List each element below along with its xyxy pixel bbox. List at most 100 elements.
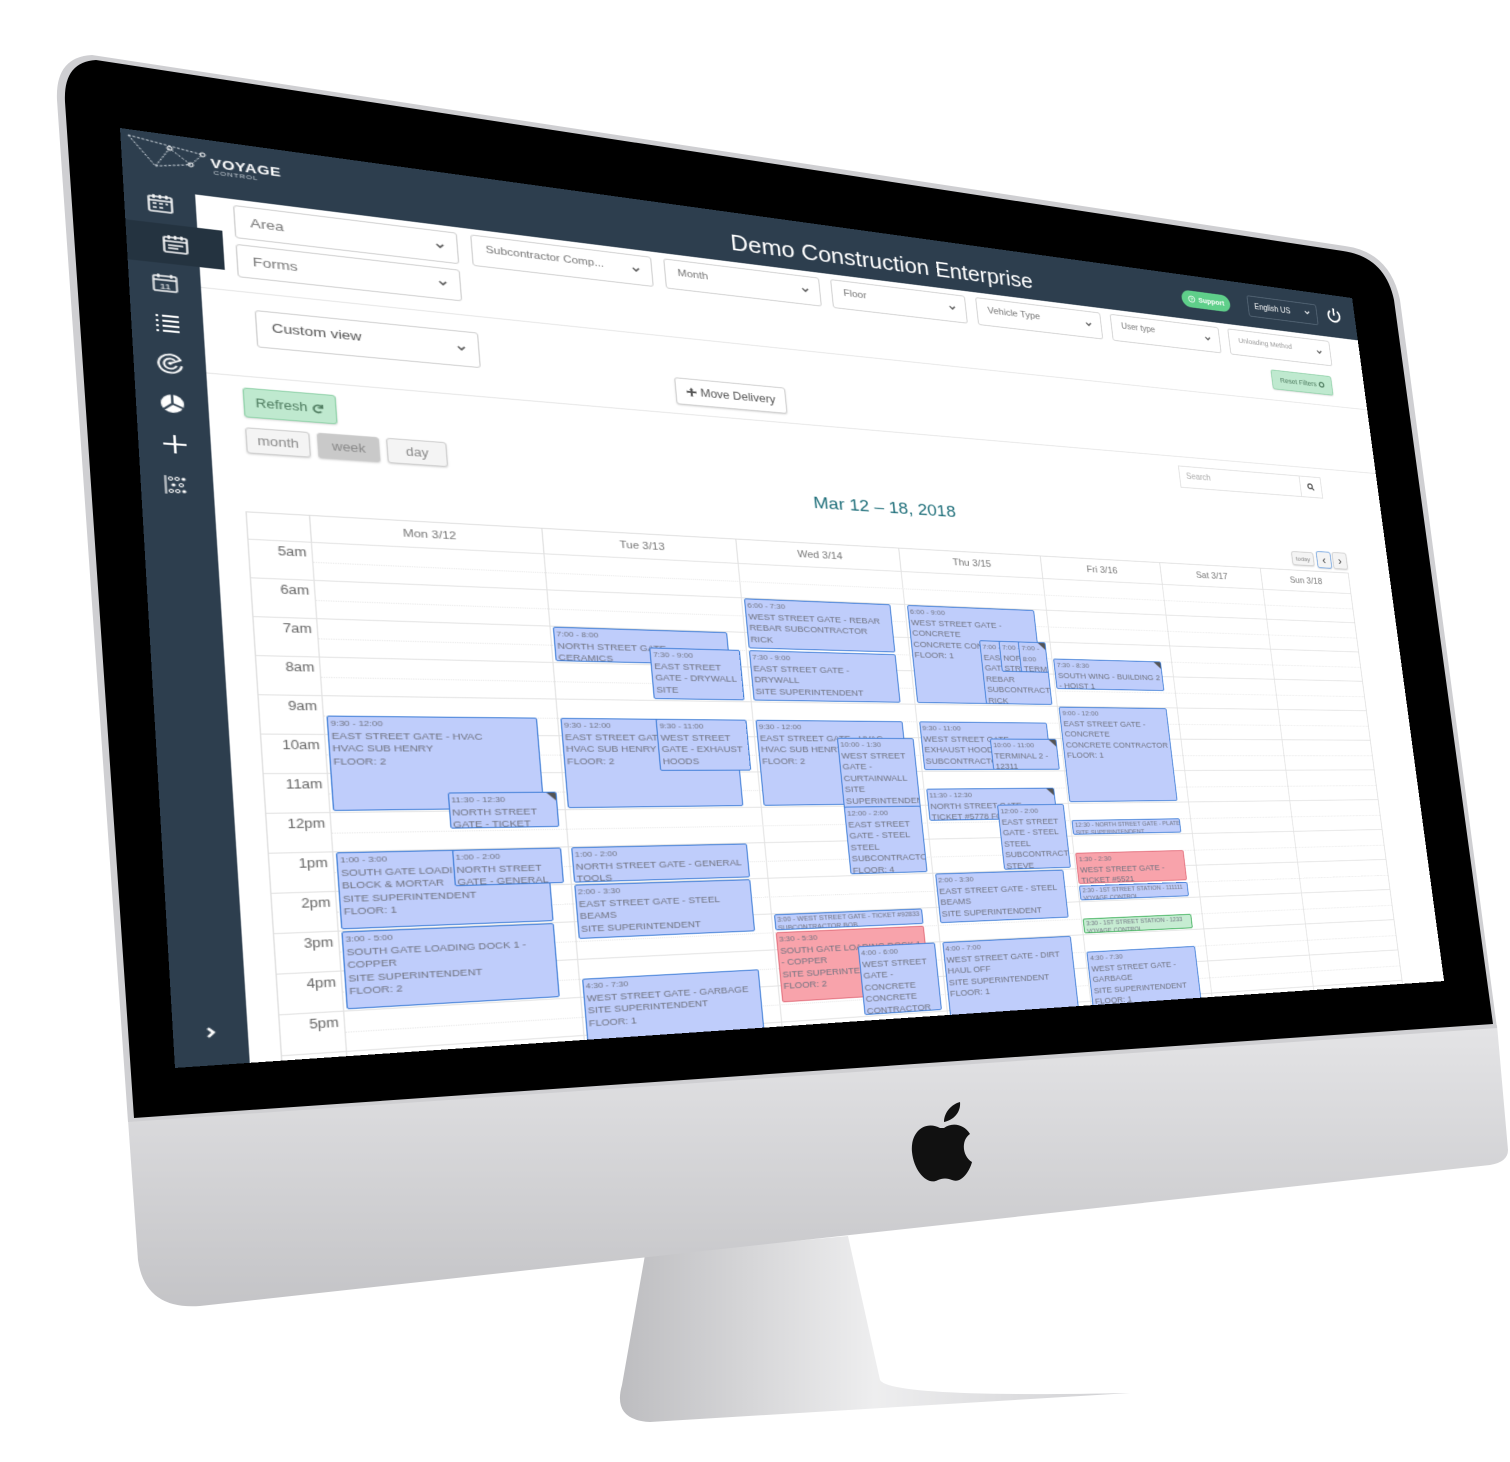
divider [206, 372, 1376, 474]
move-delivery-label: Move Delivery [699, 386, 776, 406]
chevron-down-icon [1084, 320, 1093, 329]
corner-flag-icon [1153, 662, 1161, 669]
search-input[interactable]: Search [1177, 465, 1324, 499]
sidebar-item-plus[interactable] [137, 421, 212, 467]
event-line: STEEL SUBCONTRACTOR STEVE [1003, 838, 1072, 870]
calendar-event[interactable]: 12:00 - 2:00 EAST STREET GATE - STEEL STEE… [996, 803, 1072, 870]
event-line: TERMINAL 2 - 1234 [1023, 664, 1049, 673]
event-line: STEEL SUBCONTRACTOR [850, 842, 928, 865]
sidebar-item-grid-dots[interactable] [140, 462, 215, 507]
calendar-event[interactable]: 1:00 - 2:00 NORTH STREET GATE - GENERAL [451, 847, 565, 887]
event-line: CONCRETE CONTRACTOR [1065, 740, 1169, 750]
event-time: 9:30 - 11:00 [921, 724, 962, 733]
reset-filters-button[interactable]: Reset Filters [1270, 369, 1334, 396]
chevron-right-icon: › [1337, 554, 1343, 568]
calendar-day-icon: 11 [151, 272, 179, 293]
event-line: NORTH STREET GATE - PLATE, 750 SQ FT [1094, 820, 1182, 829]
view-week-button[interactable]: week [316, 432, 381, 463]
stand [619, 1236, 1130, 1422]
language-value: English US [1253, 302, 1291, 316]
event-line: FLOOR: 4 [852, 864, 895, 875]
support-button[interactable]: ? Support [1180, 289, 1232, 313]
svg-text:?: ? [1190, 298, 1193, 303]
chevron-down-icon [1315, 348, 1323, 356]
refresh-button[interactable]: Refresh [242, 387, 338, 425]
calendar-event[interactable]: 2:00 - 3:30 EAST STREET GATE - STEEL BEAM… [574, 879, 756, 939]
calendar-event[interactable]: 12:00 - 2:00 EAST STREET GATE - STEEL STEE… [843, 805, 928, 875]
sidebar-expand-button[interactable] [172, 1009, 249, 1057]
calendar-event[interactable]: 12:30 - NORTH STREET GATE - PLATE, 750 S… [1071, 818, 1182, 835]
sidebar-item-list[interactable] [130, 299, 205, 346]
pie-chart-icon [156, 390, 189, 417]
calendar-event[interactable]: 6:00 - 7:30 WEST STREET GATE - REBAR REBAR… [743, 598, 896, 653]
event-line: NORTH STREET GATE - TICKET [451, 806, 538, 829]
hour-label: 7am [282, 621, 313, 637]
event-line: FLOOR: 1 [1066, 750, 1105, 761]
calendar-event[interactable]: 9:00 - 12:00 EAST STREET GATE - CONCRETE C… [1058, 706, 1178, 803]
svg-text:11: 11 [160, 281, 171, 291]
event-time: 10:00 - 11:00 [992, 741, 1035, 750]
prev-week-button[interactable]: ‹ [1315, 551, 1333, 569]
search-placeholder: Search [1185, 472, 1212, 483]
month-filter-value: Month [677, 267, 709, 283]
event-line: WEST STREET GATE - TICKET #5521 [1079, 862, 1166, 884]
radar-icon [154, 350, 186, 377]
event-line: EAST STREET GATE - STEEL [847, 818, 911, 842]
calendar-event[interactable]: 2:30 - 1ST STREET STATION - 111111 VOYAGE… [1079, 881, 1189, 901]
event-time: 11:30 - 12:30 [450, 795, 506, 805]
language-select[interactable]: English US [1246, 295, 1319, 326]
view-month-button[interactable]: month [244, 427, 312, 458]
calendar-event[interactable]: 1:00 - 2:00 NORTH STREET GATE - GENERAL T… [570, 843, 751, 883]
chevron-down-icon [437, 278, 449, 289]
event-line: SITE SUPERINTENDENT [1075, 829, 1145, 835]
calendar-icon [144, 190, 176, 217]
calendar-event[interactable]: 7:30 - 9:00 EAST STREET GATE - DRYWALL SIT… [748, 650, 901, 703]
hour-label: 6am [279, 582, 310, 598]
calendar-event[interactable]: 1:30 - 2:30 WEST STREET GATE - TICKET #55… [1075, 850, 1188, 884]
search-button[interactable] [1298, 476, 1323, 498]
calendar-event[interactable]: 3:00 - 5:00 SOUTH GATE LOADING DOCK 1 - C… [341, 923, 560, 1010]
calendar-event[interactable]: 3:30 - 1ST STREET STATION - 1233 VOYAGE C… [1083, 913, 1193, 934]
calendar-event[interactable]: 11:30 - 12:30 NORTH STREET GATE - TICKET [447, 791, 560, 829]
event-time: 2:30 - [1082, 887, 1099, 895]
chevron-down-icon [1204, 335, 1213, 344]
sidebar-item-pie-chart[interactable] [135, 380, 210, 426]
move-delivery-button[interactable]: Move Delivery [674, 377, 788, 414]
chevron-down-icon [434, 241, 446, 252]
next-week-button[interactable]: › [1331, 552, 1349, 570]
event-line: SITE [655, 684, 679, 696]
today-button[interactable]: today [1290, 551, 1315, 567]
event-line: NORTH STREET GATE - GENERAL TOOLS [575, 857, 742, 883]
event-line: EAST STREET GATE - HVAC [331, 730, 483, 743]
sidebar-item-radar[interactable] [132, 340, 207, 387]
corner-flag-icon [1037, 642, 1046, 650]
event-line: WEST STREET GATE - EXHAUST HOODS [660, 732, 744, 767]
power-icon[interactable] [1324, 306, 1343, 326]
hour-label: 9am [287, 698, 318, 714]
today-label: today [1295, 554, 1311, 563]
calendar-event[interactable]: 7:00 - 8:00TERMINAL 2 - 1234 [1018, 641, 1049, 673]
hour-label: 11am [285, 777, 323, 792]
calendar-event[interactable]: 2:00 - 3:30 EAST STREET GATE - STEEL BEAM… [934, 869, 1069, 924]
calendar-event[interactable]: 9:30 - 11:00 WEST STREET GATE - EXHAUST H… [655, 718, 752, 771]
custom-view-select[interactable]: Custom view [254, 310, 481, 369]
calendar-week-icon [159, 231, 191, 258]
event-time: 10:00 - 1:30 [839, 740, 882, 749]
calendar-event[interactable]: 10:00 - 11:00TERMINAL 2 - 12311 FORKLIFT [989, 738, 1060, 770]
calendar-event[interactable]: 4:00 - 6:00 WEST STREET GATE - CONCRETE CO… [857, 942, 942, 1016]
view-day-button[interactable]: day [385, 437, 449, 468]
list-icon [151, 310, 183, 337]
week-calendar: 5am 6am 7am 8am 9am 10am 11am 12pm 1pm 2pm 3pm 4pm 5… [245, 511, 1411, 1068]
calendar-event[interactable]: 7:30 - 9:00 EAST STREET GATE - DRYWALL SIT… [649, 647, 746, 701]
vehicle-type-filter-value: Vehicle Type [987, 305, 1041, 322]
event-line: EAST STREET GATE - DRYWALL [752, 663, 850, 686]
event-line: REBAR SUBCONTRACTOR RICK [985, 674, 1053, 705]
event-time: 3:30 - [1085, 920, 1102, 928]
event-line: FLOOR: 2 [332, 755, 387, 768]
move-icon [686, 387, 698, 398]
event-line: SOUTH WING - BUILDING 2 - HOIST 1 [1057, 670, 1161, 691]
user-type-filter-value: User type [1120, 322, 1156, 335]
corner-flag-icon [1046, 788, 1054, 796]
grid-dots-icon [161, 472, 187, 498]
calendar-event[interactable]: 7:30 - 8:30 SOUTH WING - BUILDING 2 - HOI… [1053, 658, 1165, 691]
